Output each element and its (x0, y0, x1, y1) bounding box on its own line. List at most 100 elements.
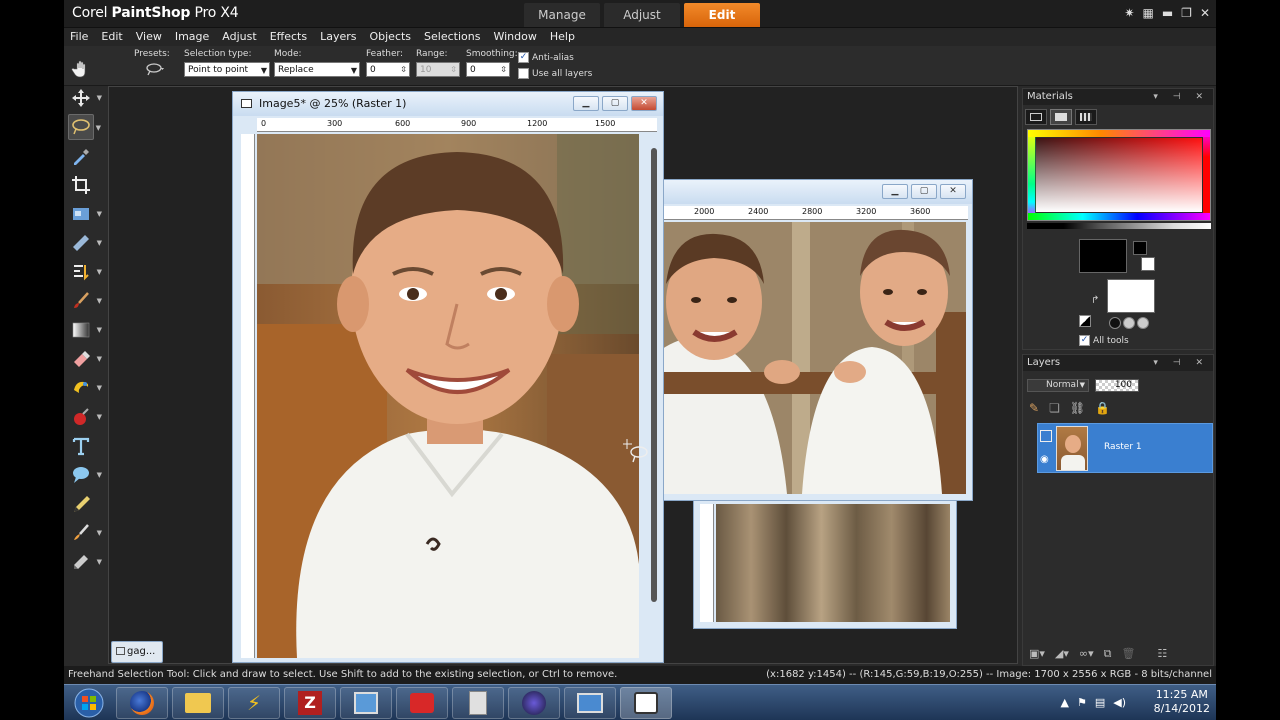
link-icon[interactable]: ⛓ (1070, 401, 1085, 415)
chevron-down-icon[interactable]: ▼ (97, 355, 102, 363)
menu-help[interactable]: Help (550, 28, 575, 46)
panel-controls-icon[interactable]: ▾ ⊣ ✕ (1153, 355, 1209, 371)
background-small-swatch[interactable] (1141, 257, 1155, 271)
taskbar-network[interactable] (340, 687, 392, 719)
taskbar-winamp[interactable]: ⚡ (228, 687, 280, 719)
chevron-down-icon[interactable]: ▼ (97, 94, 102, 102)
shape-tool[interactable]: ▼ (68, 462, 102, 488)
swatches-tab[interactable] (1075, 109, 1097, 125)
taskbar-calculator[interactable] (452, 687, 504, 719)
image-window-main[interactable]: Image5* @ 25% (Raster 1) ▁ ▢ ✕ 0 300 600… (232, 91, 664, 663)
image-canvas[interactable] (716, 504, 950, 622)
pan-tool[interactable] (68, 56, 94, 82)
freehand-selection-tool[interactable]: ▼ (68, 114, 101, 140)
chevron-down-icon[interactable]: ▼ (96, 124, 101, 132)
volume-icon[interactable]: ◀) (1113, 696, 1126, 709)
perspective-tool[interactable]: ▼ (68, 230, 102, 256)
menu-selections[interactable]: Selections (424, 28, 480, 46)
delete-layer-icon[interactable]: 🗑 (1121, 647, 1135, 661)
maximize-button[interactable]: ▢ (602, 96, 628, 111)
picture-tube-tool[interactable]: ▼ (68, 375, 102, 401)
close-button[interactable]: ✕ (1200, 6, 1210, 20)
smoothing-input[interactable]: 0 ⇳ (466, 62, 510, 77)
tab-manage[interactable]: Manage (524, 3, 600, 27)
layer-row[interactable]: ◉ Raster 1 (1037, 423, 1213, 473)
chevron-down-icon[interactable]: ▼ (97, 384, 102, 392)
pen-tool[interactable] (68, 491, 94, 517)
dodge-tool[interactable]: ▼ (68, 549, 102, 575)
mask-icon[interactable]: ◢▾ (1055, 647, 1069, 661)
layer-properties-icon[interactable]: ☷ (1157, 647, 1167, 661)
minimized-window[interactable]: gag... (111, 641, 163, 663)
all-tools-checkbox[interactable]: ✓ All tools (1079, 335, 1129, 346)
taskbar-clock[interactable]: 11:25 AM 8/14/2012 (1154, 688, 1210, 716)
menu-objects[interactable]: Objects (369, 28, 411, 46)
close-button[interactable]: ✕ (631, 96, 657, 111)
duplicate-layer-icon[interactable]: ❏ (1049, 401, 1060, 415)
mode-select[interactable]: Replace ▼ (274, 62, 360, 77)
minimize-button[interactable]: ▬ (1162, 6, 1173, 20)
tab-edit[interactable]: Edit (684, 3, 760, 27)
menu-effects[interactable]: Effects (270, 28, 307, 46)
selection-type-select[interactable]: Point to point ▼ (184, 62, 270, 77)
foreground-swatch[interactable] (1079, 239, 1127, 273)
tab-adjust[interactable]: Adjust (604, 3, 680, 27)
network-tray-icon[interactable]: ▤ (1095, 696, 1105, 709)
flag-icon[interactable]: ⚑ (1077, 696, 1087, 709)
crop-tool[interactable] (68, 172, 94, 198)
spinner-icon[interactable]: ⇳ (400, 62, 407, 77)
close-button[interactable]: ✕ (940, 184, 966, 199)
gradient-tool[interactable]: ▼ (68, 317, 102, 343)
flood-fill-tool[interactable]: ▼ (68, 404, 102, 430)
chevron-down-icon[interactable]: ▼ (97, 558, 102, 566)
background-swatch[interactable] (1107, 279, 1155, 313)
chevron-down-icon[interactable]: ▼ (97, 239, 102, 247)
start-button[interactable] (68, 686, 110, 720)
grid-icon[interactable]: ▦ (1142, 6, 1153, 20)
chevron-down-icon[interactable]: ▼ (97, 268, 102, 276)
spinner-icon[interactable]: ⇳ (500, 62, 507, 77)
swap-colors-icon[interactable]: ↱ (1091, 295, 1099, 306)
foreground-small-swatch[interactable] (1133, 241, 1147, 255)
menu-layers[interactable]: Layers (320, 28, 356, 46)
minimize-button[interactable]: ▁ (573, 96, 599, 111)
text-tool[interactable] (68, 433, 94, 459)
menu-file[interactable]: File (70, 28, 88, 46)
tray-expand-icon[interactable]: ▲ (1060, 696, 1068, 709)
menu-view[interactable]: View (136, 28, 162, 46)
anti-alias-checkbox[interactable]: ✓ Anti-alias (518, 52, 574, 63)
menu-image[interactable]: Image (175, 28, 209, 46)
feather-input[interactable]: 0 ⇳ (366, 62, 410, 77)
makeover-tool[interactable]: ▼ (68, 259, 102, 285)
chevron-down-icon[interactable]: ▼ (97, 529, 102, 537)
taskbar-filezilla[interactable]: Z (284, 687, 336, 719)
minimize-button[interactable]: ▁ (882, 184, 908, 199)
spinner-icon[interactable]: ⇳ (450, 62, 457, 77)
opacity-slider[interactable]: 100 (1095, 379, 1139, 392)
color-icon[interactable] (1109, 317, 1121, 329)
lock-icon[interactable]: 🔒 (1095, 401, 1110, 415)
layer-group-icon[interactable] (1040, 430, 1052, 442)
adjustment-layer-icon[interactable]: ∞▾ (1079, 647, 1094, 661)
image-window-back[interactable] (693, 499, 957, 629)
warp-brush-tool[interactable]: ▼ (68, 520, 102, 546)
chevron-down-icon[interactable]: ▼ (97, 210, 102, 218)
pattern-icon[interactable] (1137, 317, 1149, 329)
menu-edit[interactable]: Edit (101, 28, 122, 46)
transparent-icon[interactable] (1079, 315, 1091, 327)
chevron-down-icon[interactable]: ▼ (97, 471, 102, 479)
brush-layer-icon[interactable]: ✎ (1029, 401, 1039, 415)
taskbar-paintshop[interactable] (620, 687, 672, 719)
merge-icon[interactable]: ⧉ (1104, 647, 1112, 661)
dropper-tool[interactable] (68, 143, 94, 169)
taskbar-camera[interactable] (508, 687, 560, 719)
paintbrush-tool[interactable]: ▼ (68, 288, 102, 314)
use-all-layers-checkbox[interactable]: Use all layers (518, 68, 592, 79)
move-tool[interactable]: ▼ (68, 85, 102, 111)
grayscale-strip[interactable] (1027, 223, 1211, 229)
taskbar-explorer[interactable] (172, 687, 224, 719)
rainbow-tab[interactable] (1050, 109, 1072, 125)
new-layer-icon[interactable]: ▣▾ (1029, 647, 1045, 661)
eraser-tool[interactable]: ▼ (68, 346, 102, 372)
range-input[interactable]: 10 ⇳ (416, 62, 460, 77)
